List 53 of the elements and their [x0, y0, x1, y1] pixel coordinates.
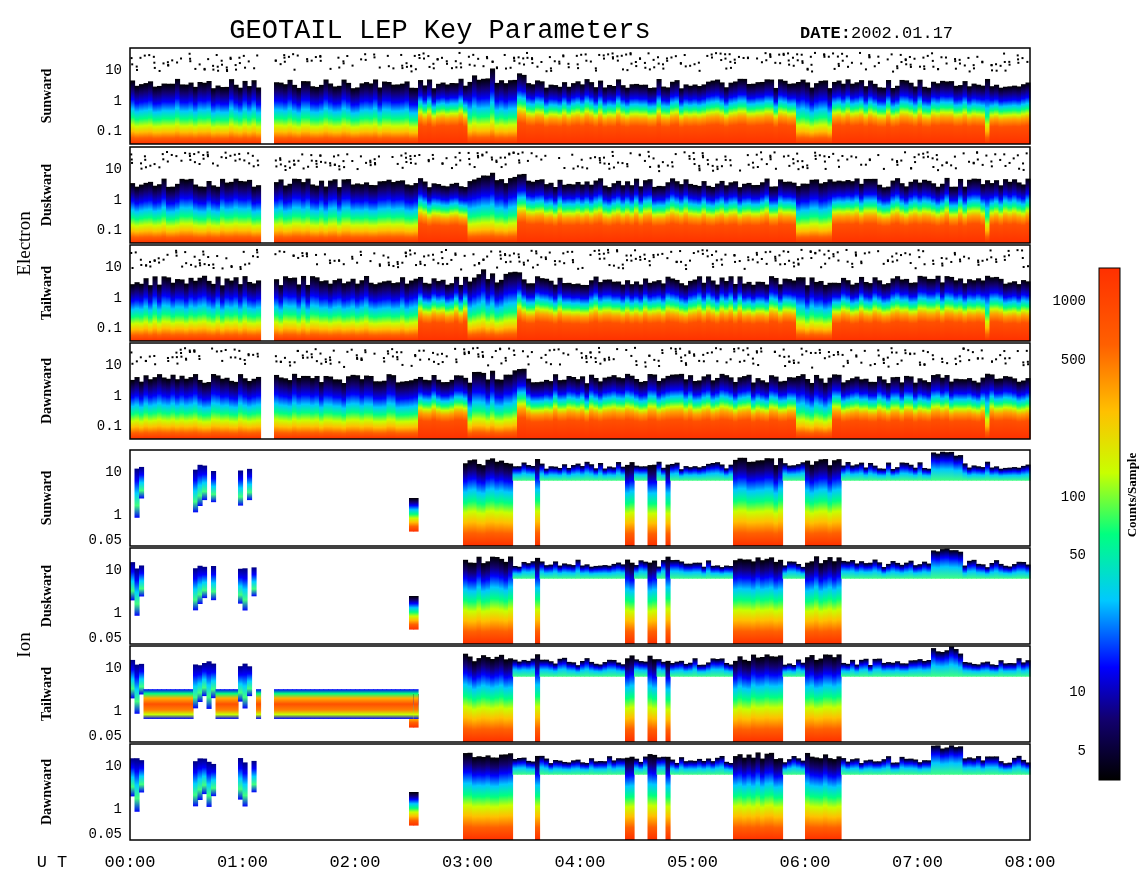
y-tick-label: 1 [113, 387, 122, 404]
y-tick-label: 0.1 [96, 221, 122, 238]
y-tick-label: 10 [105, 357, 122, 374]
y-tick-label: 10 [105, 660, 122, 677]
y-tick-label: 10 [105, 259, 122, 276]
y-tick-label: 1 [113, 703, 122, 720]
color-scale-label: Counts/Sample [1124, 452, 1139, 538]
y-tick-label: 0.05 [88, 826, 122, 843]
y-tick-label: 10 [105, 161, 122, 178]
color-scale-tick-label: 50 [1069, 547, 1086, 564]
y-tick-label: 1 [113, 605, 122, 622]
y-tick-label: 0.1 [96, 319, 122, 336]
y-tick-label: 0.1 [96, 122, 122, 139]
y-tick-label: 1 [113, 289, 122, 306]
y-tick-label: 1 [113, 507, 122, 524]
panel-label: Sunward [39, 470, 54, 526]
time-tick-label: 05:00 [667, 853, 718, 872]
y-tick-label: 10 [105, 562, 122, 579]
time-tick-label: 08:00 [1004, 853, 1056, 872]
color-scale-tick-label: 100 [1060, 488, 1086, 505]
color-scale-tick-label: 5 [1077, 743, 1086, 760]
panel-label: Dawnward [39, 758, 54, 826]
y-tick-label: 0.05 [88, 630, 122, 647]
panel-label: Dawnward [39, 357, 54, 425]
species-label: Electron [13, 211, 34, 276]
y-tick-label: 1 [113, 801, 122, 818]
y-tick-label: 10 [105, 758, 122, 775]
y-tick-label: 0.05 [88, 532, 122, 549]
y-tick-label: 1 [113, 191, 122, 208]
panel-label: Sunward [39, 68, 54, 124]
chart-title: GEOTAIL LEP Key Parameters [229, 16, 651, 46]
time-tick-label: 00:00 [104, 853, 156, 872]
time-tick-label: 06:00 [779, 853, 831, 872]
panel-label: Duskward [39, 163, 54, 227]
time-tick-label: 04:00 [554, 853, 606, 872]
date-text: DATE:2002.01.17 [800, 24, 954, 43]
panel-label: Tailward [39, 667, 54, 721]
panel-label: Duskward [39, 564, 54, 628]
species-label: Ion [13, 632, 34, 658]
y-tick-label: 0.1 [96, 417, 122, 434]
panel-label: Tailward [39, 266, 54, 320]
y-tick-label: 10 [105, 464, 122, 481]
y-tick-label: 1 [113, 92, 122, 109]
color-scale-tick-label: 10 [1069, 684, 1086, 701]
time-tick-label: 07:00 [892, 853, 943, 872]
y-tick-label: 10 [105, 62, 122, 79]
time-tick-label: 03:00 [442, 853, 493, 872]
color-scale-tick-label: 500 [1060, 351, 1086, 368]
y-tick-label: 0.05 [88, 728, 122, 745]
time-tick-label: 02:00 [329, 853, 381, 872]
time-tick-label: 01:00 [217, 853, 268, 872]
axis-label: U T [36, 853, 68, 872]
color-scale-tick-label: 1000 [1052, 293, 1086, 309]
